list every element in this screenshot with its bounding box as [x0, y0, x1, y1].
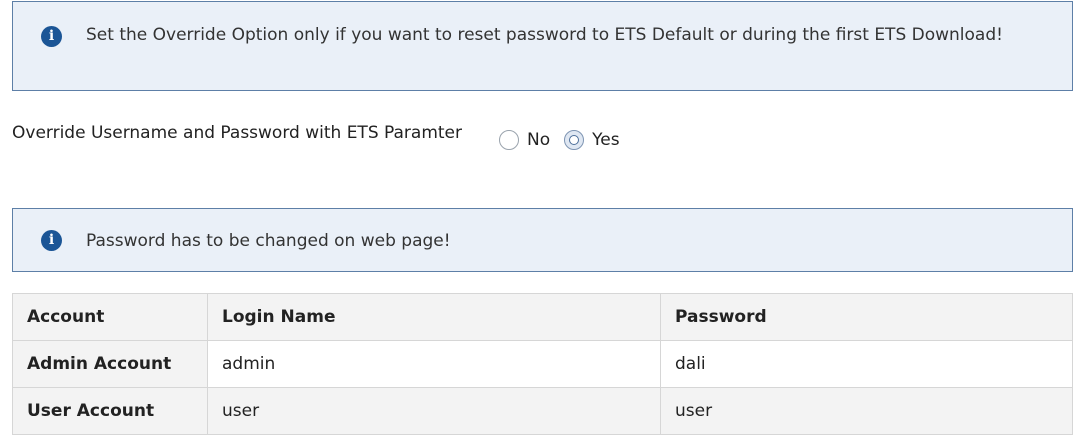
- user-password-cell: user: [660, 387, 1073, 435]
- header-login-name: Login Name: [207, 293, 661, 341]
- override-yes-radio[interactable]: [564, 130, 585, 150]
- info-icon: i: [41, 26, 62, 47]
- override-no-radio[interactable]: [499, 130, 519, 150]
- user-login-cell: user: [207, 387, 661, 435]
- password-info-text: Password has to be changed on web page!: [86, 231, 451, 251]
- table-header-row: Account Login Name Password: [12, 293, 1073, 341]
- override-info-text: Set the Override Option only if you want…: [86, 25, 1003, 45]
- user-account-cell: User Account: [12, 387, 208, 435]
- override-yes-label[interactable]: Yes: [592, 130, 619, 150]
- header-account: Account: [12, 293, 208, 341]
- admin-password-cell: dali: [660, 340, 1073, 388]
- table-row: Admin Account admin dali: [12, 340, 1073, 388]
- header-password: Password: [660, 293, 1073, 341]
- info-icon: i: [41, 230, 62, 251]
- admin-login-cell: admin: [207, 340, 661, 388]
- override-radio-group: No Yes: [499, 130, 634, 150]
- admin-account-cell: Admin Account: [12, 340, 208, 388]
- override-credentials-label: Override Username and Password with ETS …: [12, 123, 462, 143]
- override-yes-option[interactable]: Yes: [564, 130, 620, 150]
- accounts-table: Account Login Name Password Admin Accoun…: [12, 293, 1073, 435]
- password-info-banner: i Password has to be changed on web page…: [12, 208, 1073, 272]
- override-no-option[interactable]: No: [499, 130, 550, 150]
- table-row: User Account user user: [12, 387, 1073, 435]
- override-info-banner: i Set the Override Option only if you wa…: [12, 1, 1073, 91]
- override-no-label[interactable]: No: [527, 130, 550, 150]
